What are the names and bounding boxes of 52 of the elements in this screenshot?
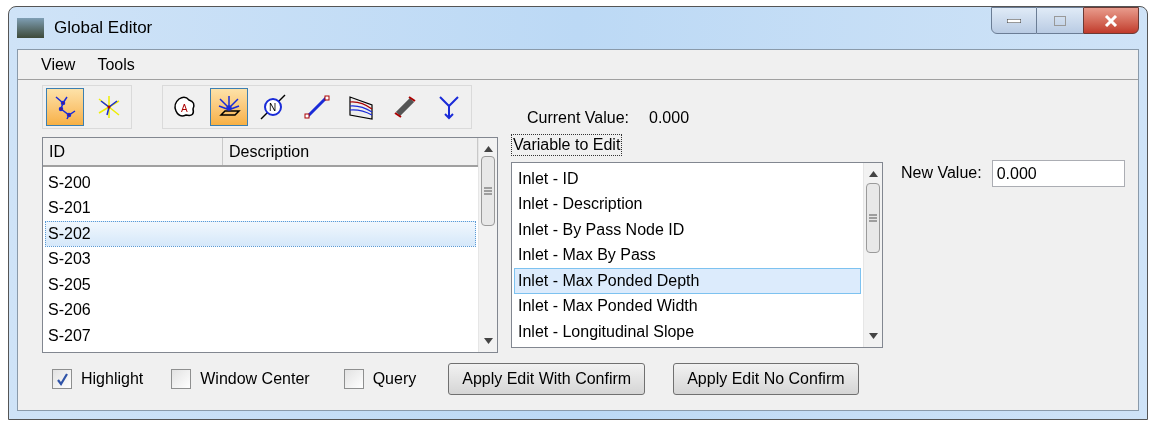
scroll-thumb[interactable]	[481, 156, 495, 226]
apply-button[interactable]: Apply Edit With Confirm	[448, 363, 646, 395]
checkbox-label: Window Center	[200, 369, 310, 389]
list-row[interactable]: S-203	[45, 246, 476, 272]
checkbox[interactable]	[343, 369, 364, 389]
minimize-button[interactable]	[991, 7, 1037, 34]
maximize-icon	[1054, 15, 1066, 26]
list-row[interactable]: S-200	[45, 170, 476, 196]
line-icon	[303, 93, 331, 121]
scroll-down-icon[interactable]	[483, 338, 493, 344]
grip-icon	[484, 187, 492, 195]
list-row[interactable]: S-201	[45, 195, 476, 221]
check-icon	[55, 372, 69, 386]
scroll-up-icon[interactable]	[868, 171, 878, 177]
list-row[interactable]: Inlet - Description	[514, 191, 861, 217]
road-photo-placeholder	[17, 18, 44, 38]
menu-item[interactable]: View	[41, 52, 76, 77]
current-value-label: Current Value:	[527, 108, 629, 128]
list-row[interactable]: Inlet - Max By Pass	[514, 242, 861, 268]
close-icon	[1104, 14, 1118, 27]
tool-button[interactable]	[46, 88, 84, 126]
scroll-up-icon[interactable]	[483, 146, 493, 152]
checkbox-label: Highlight	[81, 369, 144, 389]
list-row[interactable]: S-205	[45, 272, 476, 298]
window-title: Global Editor	[54, 17, 153, 40]
scrollbar[interactable]	[863, 163, 882, 347]
new-value-label: New Value:	[901, 163, 982, 183]
list-row[interactable]: Inlet - Max Ponded Depth	[514, 268, 861, 294]
variable-list-label: Variable to Edit	[511, 134, 623, 156]
column-header[interactable]: ID	[43, 138, 223, 165]
grip-icon	[869, 214, 877, 222]
list-row[interactable]: S-206	[45, 297, 476, 323]
current-value: 0.000	[649, 108, 690, 128]
scroll-thumb[interactable]	[866, 183, 880, 253]
checkbox[interactable]	[52, 369, 72, 389]
list-row[interactable]: Inlet - Max Ponded Width	[514, 293, 861, 319]
minimize-icon	[1007, 18, 1021, 23]
scroll-down-icon[interactable]	[868, 333, 878, 339]
list-row[interactable]: Inlet - Longitudinal Slope	[514, 319, 861, 345]
list-row[interactable]: Inlet - ID	[514, 166, 861, 192]
new-value-field[interactable]: 0.000	[991, 160, 1125, 187]
close-button[interactable]	[1083, 7, 1139, 34]
list-row[interactable]: S-207	[45, 323, 476, 349]
menu-item[interactable]: Tools	[97, 52, 135, 77]
tool-button[interactable]	[210, 88, 248, 126]
checkbox-label: Query	[372, 369, 417, 389]
checkbox[interactable]	[171, 369, 192, 389]
cross-section-icon	[347, 93, 375, 121]
apply-button[interactable]: Apply Edit No Confirm	[673, 363, 859, 395]
list-row[interactable]: Inlet - By Pass Node ID	[514, 217, 861, 243]
scrollbar[interactable]	[478, 138, 497, 352]
list-row[interactable]: S-202	[45, 221, 476, 247]
